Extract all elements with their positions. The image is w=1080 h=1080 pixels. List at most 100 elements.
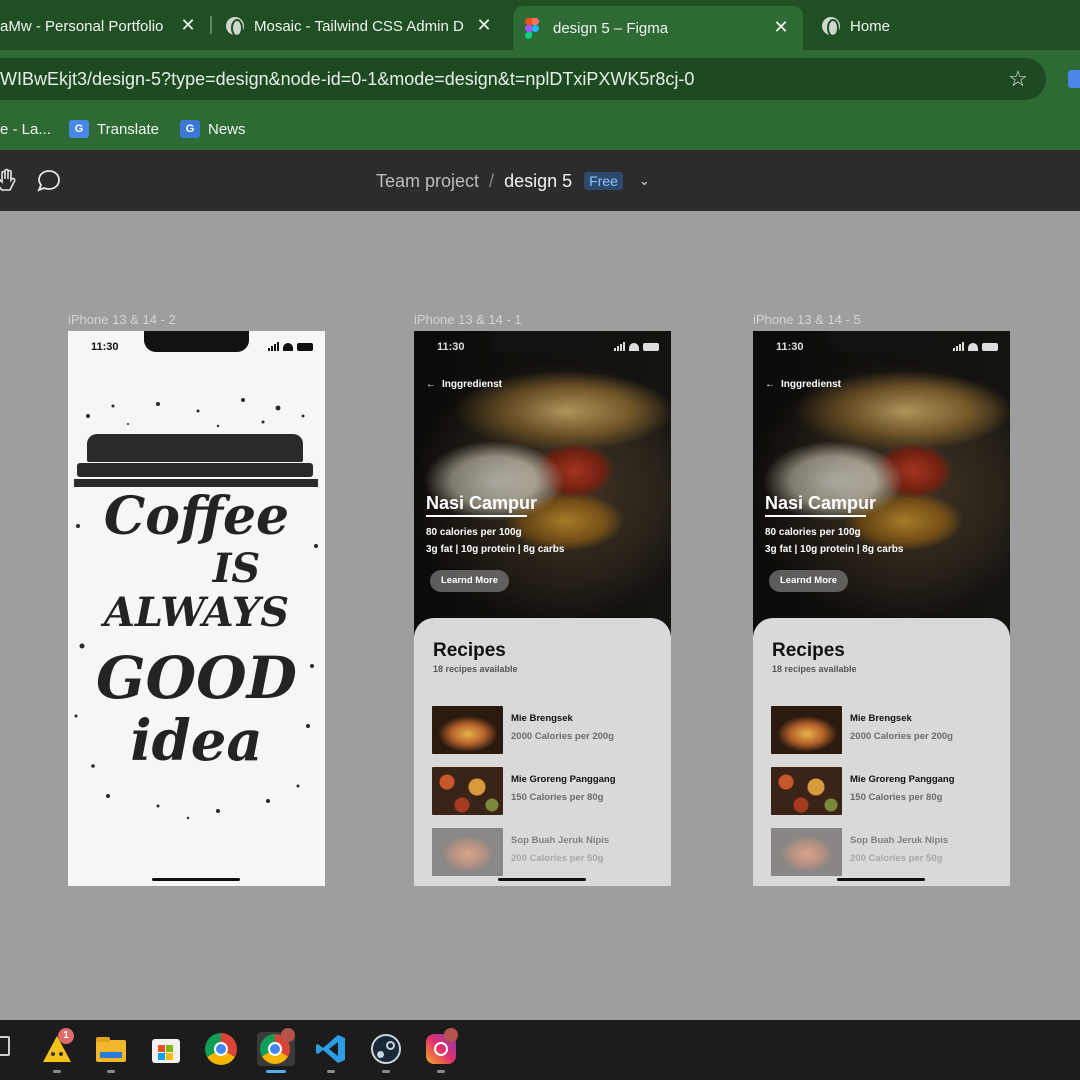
tab-title: Home xyxy=(850,17,891,35)
phone-frame-recipes-5[interactable]: 11:30 ← Inggredienst Nasi Campur 80 calor… xyxy=(753,331,1010,886)
frame-label[interactable]: iPhone 13 & 14 - 2 xyxy=(68,312,176,327)
running-indicator xyxy=(382,1070,390,1073)
project-link[interactable]: Team project xyxy=(376,171,479,192)
close-tab-icon[interactable]: ✕ xyxy=(178,15,198,36)
bookmark-label: e - La... xyxy=(0,120,51,138)
back-button[interactable]: ← Inggredienst xyxy=(426,379,502,390)
file-name[interactable]: design 5 xyxy=(504,171,572,192)
back-label: Inggredienst xyxy=(781,379,842,390)
recipe-item[interactable]: Mie Groreng Panggang 150 Calories per 80… xyxy=(771,767,996,815)
hand-tool-icon[interactable] xyxy=(0,168,20,194)
running-indicator xyxy=(107,1070,115,1073)
status-time: 11:30 xyxy=(91,341,119,353)
tab-figma-design-5[interactable]: design 5 – Figma ✕ xyxy=(513,6,803,50)
back-label: Inggredienst xyxy=(442,379,503,390)
task-view-icon[interactable] xyxy=(0,1036,16,1062)
poster-word-idea: idea xyxy=(130,708,263,774)
chevron-down-icon[interactable]: ⌄ xyxy=(639,173,650,189)
recipe-name: Mie Groreng Panggang xyxy=(850,774,955,785)
chrome-profile-icon[interactable] xyxy=(257,1028,295,1066)
chrome-icon[interactable] xyxy=(204,1032,238,1066)
bookmark-star-icon[interactable]: ☆ xyxy=(1005,58,1031,100)
phone-frame-coffee[interactable]: 11:30 Coffee IS ALWAYS GOOD idea xyxy=(68,331,325,886)
warning-app-icon[interactable]: 1 xyxy=(40,1028,74,1066)
steam-icon[interactable] xyxy=(369,1032,403,1066)
wifi-icon xyxy=(629,343,639,351)
notification-badge: 1 xyxy=(58,1028,74,1044)
back-button[interactable]: ← Inggredienst xyxy=(765,379,841,390)
instagram-icon[interactable] xyxy=(424,1028,458,1066)
recipe-item[interactable]: Mie Groreng Panggang 150 Calories per 80… xyxy=(432,767,657,815)
recipe-thumbnail xyxy=(771,767,842,815)
recipe-item[interactable]: Sop Buah Jeruk Nipis 200 Calories per 50… xyxy=(771,828,996,876)
bookmark-news[interactable]: G News xyxy=(180,116,246,142)
dish-calories: 80 calories per 100g xyxy=(426,527,522,538)
microsoft-store-icon[interactable] xyxy=(149,1032,183,1066)
cup-lid-graphic xyxy=(77,463,313,477)
dish-title: Nasi Campur xyxy=(765,493,877,513)
phone-frame-recipes-1[interactable]: 11:30 ← Inggredienst Nasi Campur 80 calor… xyxy=(414,331,671,886)
phone-notch xyxy=(490,331,595,352)
dish-title: Nasi Campur xyxy=(426,493,538,513)
bookmark-item[interactable]: e - La... xyxy=(0,116,51,142)
home-indicator xyxy=(837,878,925,881)
phone-notch xyxy=(829,331,934,352)
tab-personal-portfolio[interactable]: aMw - Personal Portfolio ✕ xyxy=(0,6,210,46)
google-news-icon: G xyxy=(180,120,200,138)
arrow-left-icon: ← xyxy=(765,379,775,390)
figma-icon xyxy=(525,18,539,39)
file-explorer-icon[interactable] xyxy=(94,1032,128,1066)
frame-label[interactable]: iPhone 13 & 14 - 1 xyxy=(414,312,522,327)
bookmark-label: News xyxy=(208,120,246,138)
dish-macros: 3g fat | 10g protein | 8g carbs xyxy=(765,544,904,555)
dish-macros: 3g fat | 10g protein | 8g carbs xyxy=(426,544,565,555)
cup-lid-graphic xyxy=(87,434,303,462)
poster-word-coffee: Coffee xyxy=(103,486,290,547)
google-translate-icon: G xyxy=(69,120,89,138)
windows-taskbar: 1 xyxy=(0,1020,1080,1080)
active-indicator xyxy=(266,1070,286,1073)
globe-icon xyxy=(822,17,840,37)
recipes-title: Recipes xyxy=(433,640,506,661)
figma-toolbar: Team project / design 5 Free ⌄ xyxy=(0,150,1080,211)
tab-home[interactable]: Home xyxy=(812,6,1080,46)
close-tab-icon[interactable]: ✕ xyxy=(474,15,494,36)
running-indicator xyxy=(53,1070,61,1073)
comment-icon[interactable] xyxy=(36,168,62,194)
status-time: 11:30 xyxy=(437,341,465,353)
globe-icon xyxy=(226,17,244,37)
battery-icon xyxy=(297,343,313,351)
signal-icon xyxy=(268,342,279,351)
tab-title: Mosaic - Tailwind CSS Admin Da xyxy=(254,17,464,35)
signal-icon xyxy=(953,342,964,351)
recipe-item[interactable]: Mie Brengsek 2000 Calories per 200g xyxy=(432,706,657,754)
poster-word-always: ALWAYS xyxy=(103,589,290,636)
recipes-sheet: Recipes 18 recipes available Mie Brengse… xyxy=(753,618,1010,886)
bookmark-translate[interactable]: G Translate xyxy=(69,116,159,142)
recipes-title: Recipes xyxy=(772,640,845,661)
frame-label[interactable]: iPhone 13 & 14 - 5 xyxy=(753,312,861,327)
phone-notch xyxy=(144,331,249,352)
recipe-calories: 2000 Calories per 200g xyxy=(511,731,614,742)
recipes-count: 18 recipes available xyxy=(433,664,518,674)
close-tab-icon[interactable]: ✕ xyxy=(771,17,791,38)
recipe-name: Sop Buah Jeruk Nipis xyxy=(511,835,610,846)
status-icons xyxy=(268,342,313,351)
poster-word-good: GOOD xyxy=(96,644,297,712)
address-bar[interactable]: WIBwEkjt3/design-5?type=design&node-id=0… xyxy=(0,58,1046,100)
design-canvas[interactable]: iPhone 13 & 14 - 2 11:30 Coffee IS ALWAY… xyxy=(0,211,1080,1020)
learn-more-button[interactable]: Learnd More xyxy=(769,570,848,592)
tab-mosaic-admin[interactable]: Mosaic - Tailwind CSS Admin Da ✕ xyxy=(216,6,506,46)
tab-title: design 5 – Figma xyxy=(553,19,669,37)
tab-title: aMw - Personal Portfolio xyxy=(0,17,164,35)
vscode-icon[interactable] xyxy=(314,1032,348,1066)
status-icons xyxy=(953,342,998,351)
battery-icon xyxy=(643,343,659,351)
recipe-thumbnail xyxy=(771,706,842,754)
recipe-item[interactable]: Mie Brengsek 2000 Calories per 200g xyxy=(771,706,996,754)
recipe-thumbnail xyxy=(432,828,503,876)
signal-icon xyxy=(614,342,625,351)
translate-extension-icon[interactable] xyxy=(1068,70,1080,88)
learn-more-button[interactable]: Learnd More xyxy=(430,570,509,592)
recipe-item[interactable]: Sop Buah Jeruk Nipis 200 Calories per 50… xyxy=(432,828,657,876)
